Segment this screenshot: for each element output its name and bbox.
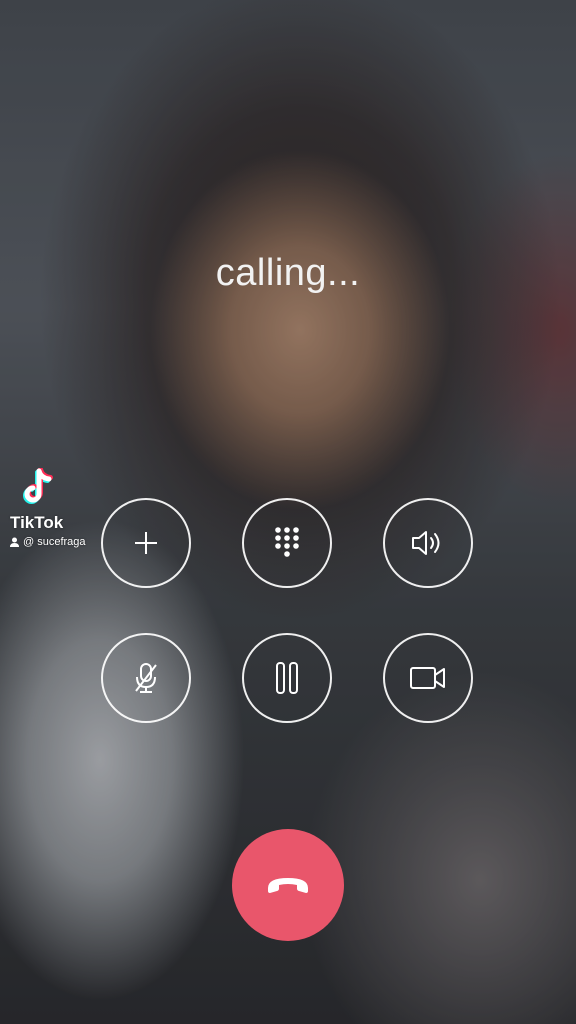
- speaker-button[interactable]: [383, 498, 473, 588]
- mic-off-icon: [135, 663, 157, 693]
- video-call-button[interactable]: [383, 633, 473, 723]
- plus-icon: [135, 532, 157, 554]
- hold-button[interactable]: [242, 633, 332, 723]
- pause-icon: [276, 662, 298, 694]
- tiktok-username: @ sucefraga: [10, 536, 86, 548]
- tiktok-brand-label: TikTok: [10, 513, 64, 532]
- call-screen: calling... TikTok @ sucefraga: [0, 0, 576, 1024]
- tiktok-watermark: TikTok @ sucefraga: [10, 467, 86, 548]
- speaker-icon: [412, 531, 440, 555]
- tiktok-logo-icon: [22, 467, 86, 513]
- user-icon: [10, 537, 19, 547]
- mute-button[interactable]: [101, 633, 191, 723]
- add-call-button[interactable]: [101, 498, 191, 588]
- tiktok-username-text: @ sucefraga: [23, 536, 86, 548]
- video-camera-icon: [410, 667, 445, 689]
- keypad-icon: [275, 527, 299, 557]
- phone-hangup-icon: [268, 878, 308, 893]
- end-call-button[interactable]: [232, 829, 344, 941]
- keypad-button[interactable]: [242, 498, 332, 588]
